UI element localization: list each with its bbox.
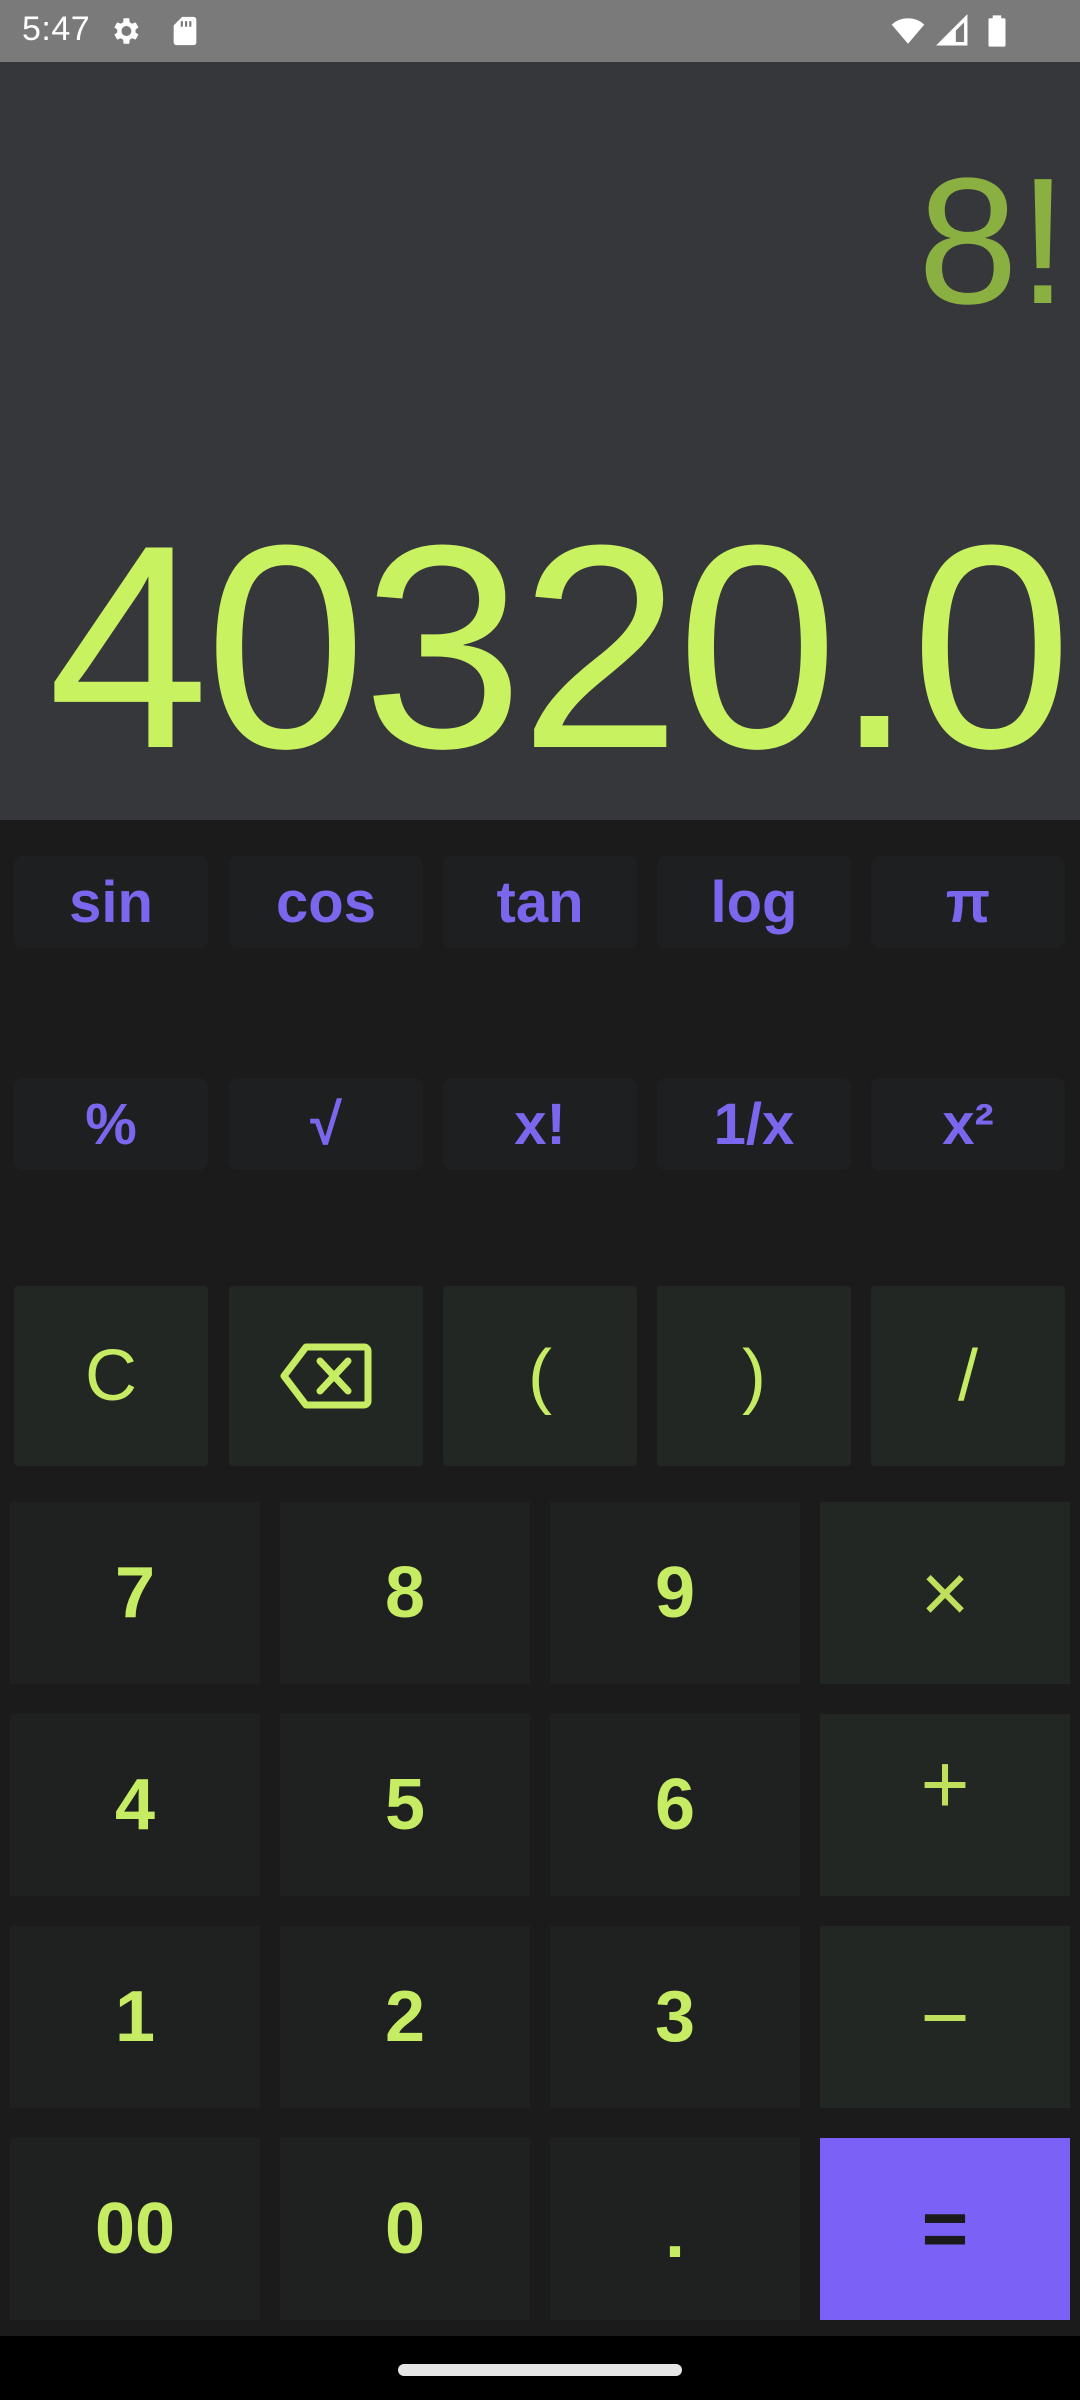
subtract-button[interactable]: −	[820, 1926, 1070, 2108]
decimal-button[interactable]: .	[550, 2138, 800, 2320]
wifi-icon	[891, 18, 925, 44]
result-text: 40320.0	[47, 485, 1072, 809]
reciprocal-button[interactable]: 1/x	[657, 1078, 851, 1170]
percent-button[interactable]: %	[14, 1078, 208, 1170]
digit-1-button[interactable]: 1	[10, 1926, 260, 2108]
battery-icon	[988, 15, 1006, 47]
keypad: sin cos tan log π % √ x! 1/x x² C ( ) / …	[0, 820, 1080, 2336]
square-button[interactable]: x²	[871, 1078, 1065, 1170]
sd-card-icon	[173, 16, 197, 46]
factorial-button[interactable]: x!	[443, 1078, 637, 1170]
clear-button[interactable]: C	[14, 1286, 208, 1466]
cellular-signal-icon	[936, 14, 968, 46]
digit-0-button[interactable]: 0	[280, 2138, 530, 2320]
log-button[interactable]: log	[657, 856, 851, 948]
add-button[interactable]: +	[820, 1714, 1070, 1896]
backspace-button[interactable]	[229, 1286, 423, 1466]
multiply-button[interactable]: ×	[820, 1502, 1070, 1684]
square-root-button[interactable]: √	[229, 1078, 423, 1170]
digit-2-button[interactable]: 2	[280, 1926, 530, 2108]
backspace-icon	[280, 1343, 372, 1409]
status-time: 5:47	[22, 10, 91, 48]
pi-button[interactable]: π	[871, 856, 1065, 948]
close-paren-button[interactable]: )	[657, 1286, 851, 1466]
digit-6-button[interactable]: 6	[550, 1714, 800, 1896]
digit-7-button[interactable]: 7	[10, 1502, 260, 1684]
expression-text[interactable]: 8!	[918, 152, 1068, 332]
digit-4-button[interactable]: 4	[10, 1714, 260, 1896]
equals-button[interactable]: =	[820, 2138, 1070, 2320]
sin-button[interactable]: sin	[14, 856, 208, 948]
digit-3-button[interactable]: 3	[550, 1926, 800, 2108]
home-gesture-handle[interactable]	[398, 2364, 682, 2376]
cos-button[interactable]: cos	[229, 856, 423, 948]
open-paren-button[interactable]: (	[443, 1286, 637, 1466]
digit-9-button[interactable]: 9	[550, 1502, 800, 1684]
digit-5-button[interactable]: 5	[280, 1714, 530, 1896]
digit-8-button[interactable]: 8	[280, 1502, 530, 1684]
gear-icon	[114, 18, 139, 44]
tan-button[interactable]: tan	[443, 856, 637, 948]
double-zero-button[interactable]: 00	[10, 2138, 260, 2320]
calculator-display: 8! 40320.0	[0, 62, 1080, 820]
navigation-bar	[0, 2336, 1080, 2400]
divide-button[interactable]: /	[871, 1286, 1065, 1466]
status-bar: 5:47	[0, 0, 1080, 62]
